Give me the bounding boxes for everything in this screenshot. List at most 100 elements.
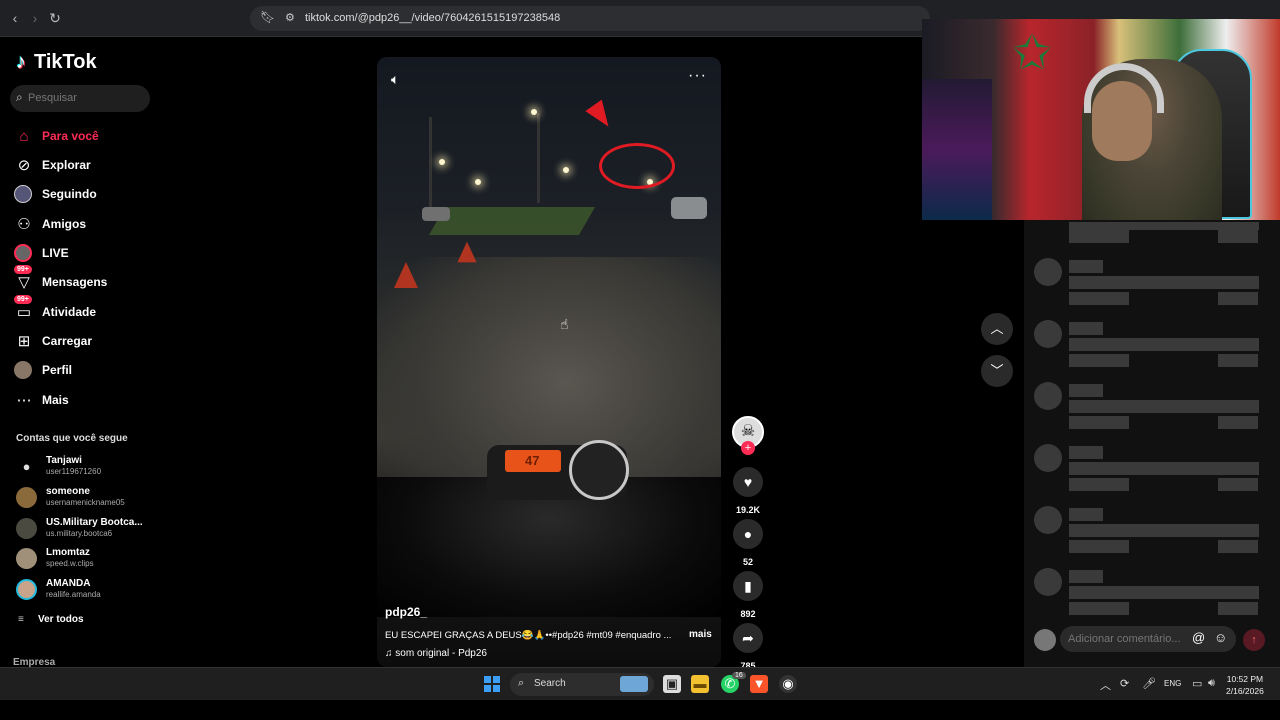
skeleton-line	[1218, 478, 1258, 491]
comment-count: 52	[742, 557, 753, 567]
account-item[interactable]: someone usernamenickname05	[16, 484, 156, 512]
like-button[interactable]: ♥ 19.2K	[733, 467, 763, 515]
skeleton-line	[1218, 354, 1258, 367]
tiktok-logo[interactable]: ♪ TikTok	[16, 51, 97, 74]
arrow-up-icon: ↑	[1251, 634, 1257, 646]
forward-icon[interactable]: ›	[26, 9, 44, 27]
file-explorer-icon[interactable]: ▬	[691, 675, 709, 693]
message-icon: ▽	[18, 274, 30, 291]
avatar	[16, 487, 37, 508]
list-icon: ≡	[18, 614, 24, 625]
reload-icon[interactable]: ↻	[46, 9, 64, 27]
flag-star-icon: ✩	[1012, 27, 1053, 80]
nav-mais[interactable]: ⋯ Mais	[14, 389, 154, 413]
avatar	[16, 518, 37, 539]
account-item[interactable]: Lmomtaz speed.w.clips	[16, 545, 156, 573]
highlight-circle	[599, 143, 675, 189]
taskbar-search[interactable]: ⌕ Search	[510, 673, 654, 696]
tachometer	[569, 440, 629, 500]
nav-atividade[interactable]: ▭ 99+ Atividade	[14, 295, 154, 325]
search-box[interactable]: ⌕	[10, 85, 150, 112]
monitor-icon[interactable]: ▭	[1192, 677, 1202, 690]
nav-live[interactable]: LIVE	[14, 242, 154, 266]
nav-amigos[interactable]: ⚇ Amigos	[14, 213, 154, 237]
next-video-button[interactable]: ﹀	[981, 355, 1013, 387]
letterbox-bar	[0, 700, 1280, 720]
comment-box[interactable]: @ ☺	[1060, 626, 1236, 652]
comment-icon: ●	[733, 519, 763, 549]
skeleton-line	[1069, 384, 1103, 397]
street-pole	[537, 113, 540, 203]
like-count: 19.2K	[735, 505, 761, 515]
task-view-icon[interactable]: ▣	[663, 675, 681, 693]
skeleton-avatar	[1034, 320, 1062, 348]
skeleton-line	[1069, 354, 1129, 367]
video-player[interactable]: 47 🔈︎ ··· ☝︎ pdp26_ EU ESCAPEI GRAÇAS A …	[377, 57, 721, 667]
search-highlight-icon	[620, 676, 648, 692]
account-item[interactable]: US.Military Bootca... us.military.bootca…	[16, 515, 156, 543]
microphone-icon[interactable]: 🎤︎	[1142, 677, 1156, 690]
nav-perfil[interactable]: Perfil	[14, 359, 154, 383]
more-options-icon[interactable]: ···	[688, 67, 707, 85]
skeleton-line	[1069, 478, 1129, 491]
save-button[interactable]: ▮ 892	[733, 571, 763, 619]
heart-icon: ♥	[733, 467, 763, 497]
mention-icon[interactable]: @	[1192, 630, 1205, 645]
volume-icon[interactable]: 🔈︎	[391, 71, 399, 88]
skeleton-avatar	[1034, 382, 1062, 410]
nav-para-voce[interactable]: ⌂ Para você	[14, 125, 154, 149]
obs-icon[interactable]: ◉	[779, 675, 797, 693]
nav-seguindo[interactable]: Seguindo	[14, 183, 154, 207]
share-button[interactable]: ➦ 785	[733, 623, 763, 671]
see-all-link[interactable]: ≡ Ver todos	[18, 614, 84, 625]
comment-button[interactable]: ● 52	[733, 519, 763, 567]
follow-plus-icon[interactable]: +	[741, 441, 755, 455]
video-author[interactable]: pdp26_	[385, 605, 427, 619]
address-bar[interactable]: 🔖︎ ⚙︎ tiktok.com/@pdp26__/video/76042615…	[250, 6, 930, 31]
whatsapp-badge: 16	[732, 672, 746, 679]
windows-start-icon[interactable]	[484, 676, 500, 692]
search-icon: ⌕	[16, 90, 23, 104]
skeleton-line	[1069, 446, 1103, 459]
site-info-icon[interactable]: ⚙︎	[285, 11, 295, 24]
save-count: 892	[740, 609, 756, 619]
taskbar: ⌕ Search ▣ ▬ ✆ 16 ▼ ◉ ︿ ⟳ 🎤︎ ENG ▭ 🔊︎ 10…	[0, 667, 1280, 700]
url-text[interactable]: tiktok.com/@pdp26__/video/76042615151972…	[305, 12, 560, 24]
sync-icon[interactable]: ⟳	[1120, 677, 1129, 690]
volume-icon[interactable]: 🔊︎	[1208, 677, 1215, 690]
skeleton-line	[1218, 602, 1258, 615]
car	[671, 197, 707, 219]
home-icon: ⌂	[19, 128, 29, 145]
nav-explorar[interactable]: ⊘ Explorar	[14, 154, 154, 178]
nav-mensagens[interactable]: ▽ 99+ Mensagens	[14, 265, 154, 295]
previous-video-button[interactable]: ︿	[981, 313, 1013, 345]
video-median	[428, 207, 596, 235]
brave-browser-icon[interactable]: ▼	[750, 675, 768, 693]
account-item[interactable]: AMANDA reallife.amanda	[16, 576, 156, 604]
clock[interactable]: 10:52 PM 2/16/2026	[1226, 673, 1264, 697]
chevron-up-icon[interactable]: ︿	[1100, 677, 1111, 693]
skeleton-line	[1069, 260, 1103, 273]
language-indicator[interactable]: ENG	[1164, 679, 1181, 688]
bookmark-icon[interactable]: 🔖︎	[260, 10, 275, 24]
profile-icon	[14, 361, 32, 379]
street-light	[531, 109, 537, 115]
gaming-pc	[922, 79, 992, 220]
account-item[interactable]: ● Tanjawi user119671260	[16, 453, 156, 481]
back-icon[interactable]: ‹	[6, 9, 24, 27]
sound-link[interactable]: ♫ som original - Pdp26	[385, 648, 487, 659]
nav-carregar[interactable]: ⊞ Carregar	[14, 330, 154, 354]
skeleton-line	[1069, 222, 1259, 230]
comment-input[interactable]	[1068, 631, 1188, 647]
caption-more-button[interactable]: mais	[689, 629, 712, 640]
avatar: ●	[16, 456, 37, 477]
emoji-icon[interactable]: ☺	[1214, 630, 1227, 645]
bookmark-icon: ▮	[733, 571, 763, 601]
send-button[interactable]: ↑	[1243, 629, 1265, 651]
hand-cursor-icon: ☝︎	[560, 316, 569, 332]
search-input[interactable]	[28, 89, 138, 107]
video-caption: EU ESCAPEI GRAÇAS A DEUS😂🙏••#pdp26 #mt09…	[385, 630, 672, 641]
upload-icon: ⊞	[17, 333, 31, 350]
traffic-cone	[394, 262, 418, 288]
skeleton-line	[1069, 602, 1129, 615]
